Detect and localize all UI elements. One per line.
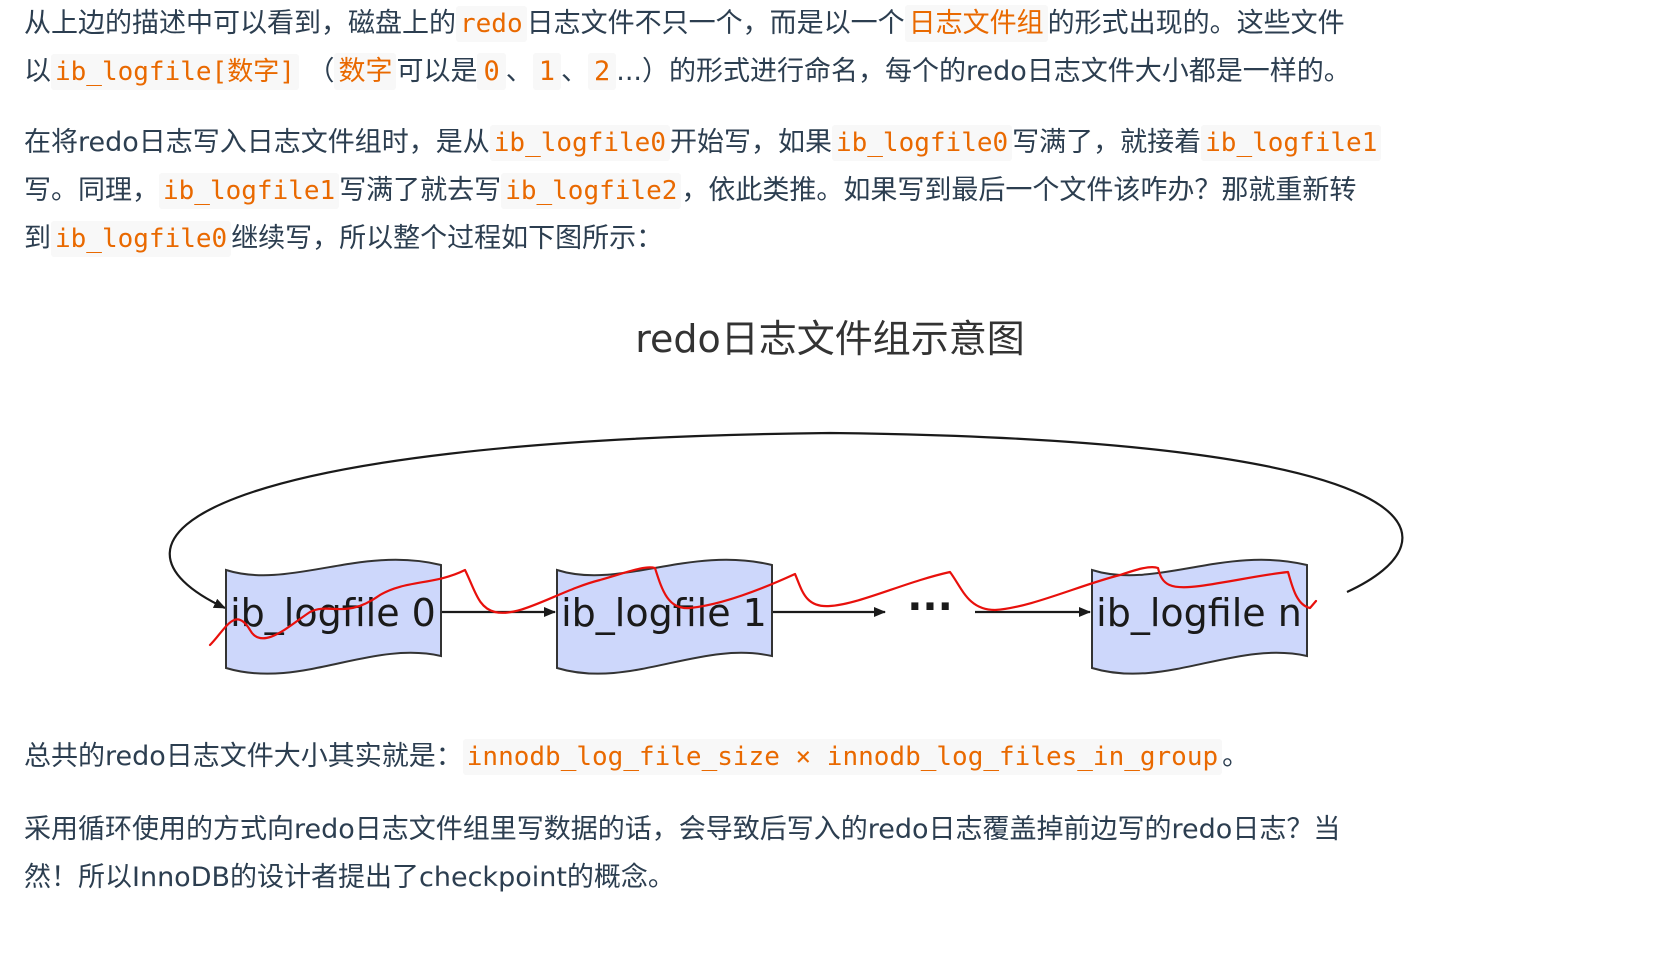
inline-code-logfile0: ib_logfile0 (489, 125, 670, 161)
log-file-1: ib_logfile 1 (556, 558, 773, 675)
redo-log-group-diagram: redo日志文件组示意图 ib_logfile 0 ib_logfile 1 i… (168, 317, 1404, 675)
inline-code-logfile1: ib_logfile1 (1201, 125, 1382, 161)
text: 总共的redo日志文件大小其实就是： (24, 741, 463, 772)
separator: 、 (560, 56, 588, 87)
log-file-n: ib_logfile n (1091, 558, 1308, 675)
inline-code-size-formula: innodb_log_file_size × innodb_log_files_… (462, 739, 1223, 775)
code-part: ib_logfile[ (55, 57, 228, 87)
text: ...）的形式进行命名，每个的redo日志文件大小都是一样的。 (616, 56, 1351, 87)
diagram-title: redo日志文件组示意图 (635, 317, 1025, 361)
text: 写满了就去写 (339, 175, 502, 206)
inline-code-logfile2: ib_logfile2 (501, 173, 682, 209)
text: 可以是 (396, 56, 478, 87)
log-file-label: ib_logfile 0 (230, 591, 436, 635)
inline-code-logfile1: ib_logfile1 (159, 173, 340, 209)
text: 写。同理， (24, 175, 159, 206)
log-file-0: ib_logfile 0 (225, 558, 442, 675)
paragraph-checkpoint: 采用循环使用的方式向redo日志文件组里写数据的话，会导致后写入的redo日志覆… (24, 806, 1524, 902)
inline-code-logfile0: ib_logfile0 (831, 125, 1013, 161)
paragraph-write-order: 在将redo日志写入日志文件组时，是从 ib_logfile0 开始写，如果 ib_l… (24, 119, 1524, 263)
inline-code-redo: redo (456, 6, 527, 42)
highlight-number: 数字 (334, 53, 397, 90)
paragraph-line: 采用循环使用的方式向redo日志文件组里写数据的话，会导致后写入的redo日志覆… (24, 814, 1341, 845)
inline-code-1: 1 (532, 53, 561, 90)
text: ，依此类推。如果写到最后一个文件该咋办？那就重新转 (681, 175, 1357, 206)
text: 从上边的描述中可以看到，磁盘上的 (24, 8, 456, 39)
paragraph-line: 以 ib_logfile[数字] （数字 可以是 0、 1、 2 ...）的形式进行命名，每… (24, 48, 1524, 96)
inline-code-logfile-pattern: ib_logfile[数字] (51, 54, 299, 90)
text: 写满了，就接着 (1012, 127, 1202, 158)
paragraph-line: 总共的redo日志文件大小其实就是： innodb_log_file_size ×… (24, 733, 1524, 781)
paragraph-line: 从上边的描述中可以看到，磁盘上的 redo 日志文件不只一个，而是以一个 日志文件组的… (24, 0, 1524, 48)
text: 日志文件不只一个，而是以一个 (526, 8, 905, 39)
text: 到 (24, 223, 51, 254)
text: （ (307, 56, 335, 87)
paragraph-log-file-naming: 从上边的描述中可以看到，磁盘上的 redo 日志文件不只一个，而是以一个 日志文件组的… (24, 0, 1524, 96)
code-part: 数字 (227, 57, 280, 87)
inline-code-0: 0 (477, 53, 506, 90)
paragraph-line: 然！所以InnoDB的设计者提出了checkpoint的概念。 (24, 862, 675, 893)
text: 的形式出现的。这些文件 (1047, 8, 1345, 39)
highlight-log-file-group: 日志文件组 (904, 5, 1048, 42)
paragraph-line: 写。同理， ib_logfile1 写满了就去写 ib_logfile2 ，依此类推。如… (24, 167, 1524, 215)
code-part: ] (279, 57, 295, 87)
text: 开始写，如果 (669, 127, 832, 158)
inline-code-2: 2 (587, 53, 617, 90)
text: 以 (24, 56, 51, 87)
ellipsis: ··· (907, 584, 953, 630)
text: 在将redo日志写入日志文件组时，是从 (24, 127, 490, 158)
log-file-label: ib_logfile n (1096, 591, 1302, 635)
text: 继续写，所以整个过程如下图所示： (231, 223, 664, 254)
separator: 、 (505, 56, 533, 87)
paragraph-total-size: 总共的redo日志文件大小其实就是： innodb_log_file_size ×… (24, 733, 1524, 781)
paragraph-line: 到 ib_logfile0 继续写，所以整个过程如下图所示： (24, 215, 1524, 263)
text: 。 (1222, 741, 1250, 772)
inline-code-logfile0: ib_logfile0 (51, 221, 232, 257)
paragraph-line: 在将redo日志写入日志文件组时，是从 ib_logfile0 开始写，如果 ib_l… (24, 119, 1524, 167)
